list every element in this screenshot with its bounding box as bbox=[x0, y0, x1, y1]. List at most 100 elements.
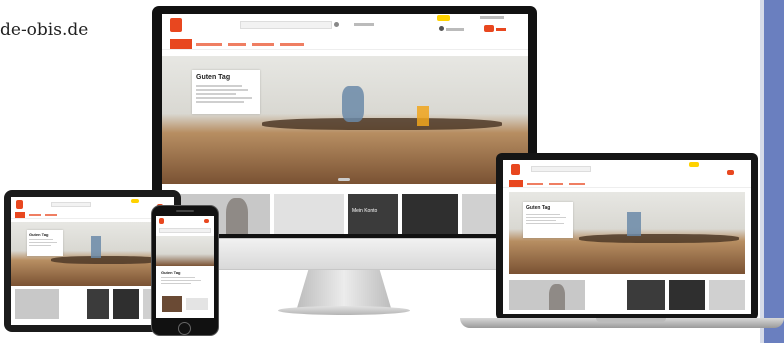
tile-account-label: Mein Konto bbox=[352, 208, 378, 214]
site-service-link[interactable] bbox=[480, 16, 504, 19]
site-hero-banner[interactable] bbox=[156, 236, 214, 266]
hero-tools-image bbox=[579, 234, 739, 243]
site-hero-banner[interactable]: Guten Tag bbox=[509, 192, 745, 274]
hero-tools-image bbox=[51, 256, 161, 264]
hero-tools-image bbox=[262, 118, 502, 130]
site-store-finder-link[interactable] bbox=[354, 23, 374, 26]
phone-home-button bbox=[178, 322, 191, 335]
site-cart-icon[interactable] bbox=[727, 170, 734, 175]
phone-speaker bbox=[176, 210, 194, 212]
site-search-input[interactable] bbox=[240, 21, 332, 29]
site-header bbox=[11, 197, 174, 211]
tile-gray[interactable] bbox=[274, 194, 344, 234]
tile-person[interactable] bbox=[509, 280, 585, 310]
site-logo-icon[interactable] bbox=[159, 218, 164, 224]
site-account-link[interactable] bbox=[446, 28, 464, 31]
hero-line bbox=[29, 242, 57, 243]
hero-line bbox=[526, 214, 560, 215]
hero-line bbox=[161, 277, 195, 278]
page: de-obis.de Guten Tag Mein Konto Guten Ta… bbox=[0, 0, 784, 343]
laptop-screen: Guten Tag bbox=[503, 160, 751, 314]
site-nav-item[interactable] bbox=[196, 43, 222, 46]
site-promo-badge[interactable] bbox=[437, 15, 450, 21]
hero-line bbox=[196, 97, 252, 99]
hero-card: Guten Tag bbox=[27, 230, 63, 256]
hero-card: Guten Tag bbox=[159, 268, 211, 292]
hero-tools-image bbox=[342, 86, 364, 122]
hero-line bbox=[196, 89, 248, 91]
site-nav-bar bbox=[11, 212, 174, 219]
hero-line bbox=[161, 280, 201, 281]
site-nav-item[interactable] bbox=[549, 183, 563, 185]
hero-dots[interactable] bbox=[338, 178, 350, 181]
monitor-screen: Guten Tag Mein Konto bbox=[162, 14, 528, 234]
tile-van[interactable] bbox=[402, 194, 458, 234]
hero-line bbox=[196, 101, 244, 103]
tile-account[interactable] bbox=[627, 280, 665, 310]
site-nav-item[interactable] bbox=[29, 214, 41, 216]
site-search-input[interactable] bbox=[159, 228, 211, 233]
site-tile-row bbox=[11, 289, 174, 323]
tile-van[interactable] bbox=[669, 280, 705, 310]
site-hero-banner[interactable]: Guten Tag bbox=[162, 56, 528, 184]
hero-title: Guten Tag bbox=[161, 270, 181, 275]
hero-card: Guten Tag bbox=[523, 202, 573, 238]
tablet-screen: Guten Tag bbox=[11, 197, 174, 325]
site-nav-item-active[interactable] bbox=[15, 212, 25, 218]
hero-tools-image bbox=[91, 236, 101, 258]
site-cart-icon[interactable] bbox=[204, 219, 209, 223]
tile-person-image bbox=[226, 198, 248, 234]
hero-line bbox=[526, 220, 556, 221]
site-promo-badge[interactable] bbox=[689, 162, 699, 167]
hero-card: Guten Tag bbox=[192, 70, 260, 114]
hero-line bbox=[196, 85, 242, 87]
site-search-input[interactable] bbox=[51, 202, 91, 207]
side-color-bar bbox=[764, 0, 784, 343]
site-logo-icon[interactable] bbox=[170, 18, 182, 32]
phone-screen: Guten Tag bbox=[156, 216, 214, 318]
tile-van[interactable] bbox=[113, 289, 139, 319]
site-nav-item[interactable] bbox=[280, 43, 304, 46]
hero-tools-image bbox=[417, 106, 429, 126]
site-cart-label[interactable] bbox=[496, 28, 506, 31]
hero-line bbox=[29, 239, 53, 240]
site-header bbox=[156, 216, 214, 226]
site-logo-icon[interactable] bbox=[16, 200, 23, 209]
tile-person[interactable] bbox=[15, 289, 59, 319]
tile-account[interactable] bbox=[87, 289, 109, 319]
site-nav-bar bbox=[503, 180, 751, 188]
site-cart-icon[interactable] bbox=[484, 25, 494, 32]
tile-promo[interactable] bbox=[709, 280, 745, 310]
hero-line bbox=[161, 283, 191, 284]
site-nav-item[interactable] bbox=[228, 43, 246, 46]
site-nav-item[interactable] bbox=[569, 183, 585, 185]
tile-account[interactable]: Mein Konto bbox=[348, 194, 398, 234]
site-nav-item-active[interactable] bbox=[170, 39, 192, 49]
site-search-icon[interactable] bbox=[334, 22, 339, 27]
site-nav-item-active[interactable] bbox=[509, 180, 523, 187]
hero-title: Guten Tag bbox=[526, 205, 551, 211]
site-search-input[interactable] bbox=[531, 166, 591, 172]
site-promo-badge[interactable] bbox=[131, 199, 139, 203]
site-nav-item[interactable] bbox=[252, 43, 274, 46]
tile-product[interactable] bbox=[162, 296, 182, 312]
tile-product[interactable] bbox=[186, 298, 208, 310]
site-header bbox=[503, 160, 751, 178]
site-tile-row bbox=[503, 280, 751, 314]
site-account-icon[interactable] bbox=[439, 26, 444, 31]
tile-person-image bbox=[549, 284, 565, 310]
site-nav-item[interactable] bbox=[45, 214, 57, 216]
hero-line bbox=[196, 93, 236, 95]
site-hero-banner[interactable]: Guten Tag bbox=[11, 222, 174, 286]
hero-tools-image bbox=[627, 212, 641, 236]
monitor-base bbox=[278, 306, 410, 315]
site-nav-item[interactable] bbox=[527, 183, 543, 185]
site-nav-bar bbox=[162, 39, 528, 50]
hero-title: Guten Tag bbox=[29, 232, 49, 237]
site-logo-icon[interactable] bbox=[511, 164, 520, 175]
domain-text: de-obis.de bbox=[0, 20, 89, 40]
hero-title: Guten Tag bbox=[196, 74, 231, 81]
site-header bbox=[162, 14, 528, 36]
laptop-notch bbox=[596, 318, 666, 322]
hero-line bbox=[526, 223, 564, 224]
